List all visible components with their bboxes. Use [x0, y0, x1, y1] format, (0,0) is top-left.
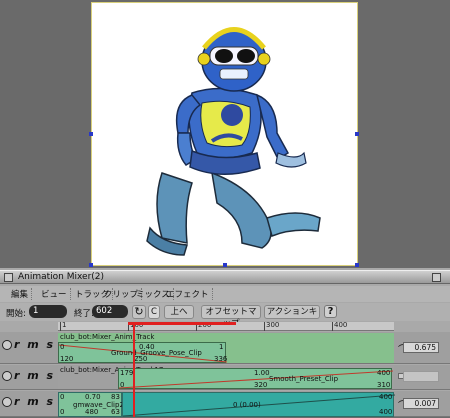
range-bar [128, 322, 236, 325]
clip-bottom-right: 310 [377, 381, 391, 389]
menu-view[interactable]: ビュー [38, 288, 71, 300]
clip-top-mid: 1.00 [254, 369, 270, 377]
clip-bottom-left: 0 [120, 381, 125, 389]
ruler-tick [60, 322, 61, 331]
clip-top-left: 179 [120, 369, 134, 377]
action-key-button[interactable]: アクションキー [264, 305, 320, 329]
clip-top-right: 1 [219, 343, 224, 351]
menu-edit[interactable]: 編集 [8, 288, 33, 300]
track-row[interactable]: r m s g club_bot:Mixer_Anim_Track 0 0.40… [0, 332, 450, 364]
clip[interactable]: 0 0.70 83 gmwave_Clip2 0 480 63 [58, 392, 124, 417]
clip-bottom-left: 120 [60, 355, 74, 363]
track-lane[interactable]: club_bot:Mixer_Anim_Track17 179 1.00 400… [58, 366, 394, 389]
toolbar: 開始: 1 終了: 602 ↻ C 上へ オフセットマップ アクションキー ? [0, 303, 450, 329]
track-row[interactable]: r m s g 0 0.70 83 gmwave_Clip2 0 480 63 … [0, 391, 450, 417]
track-row[interactable]: r m s g club_bot:Mixer_Anim_Track17 179 … [0, 365, 450, 390]
clip-bottom-left: 0 [60, 408, 65, 416]
ruler-label: 400 [334, 321, 348, 329]
clip[interactable]: 0 0.40 1 Ground_Groove_Pose_Clip 120 250… [58, 342, 228, 363]
track-lane[interactable]: 0 0.70 83 gmwave_Clip2 0 480 63 0 (0.00)… [58, 392, 395, 417]
selection-handle[interactable] [355, 132, 359, 136]
ruler-tick [332, 322, 333, 331]
clip-bottom-right: 400 [379, 408, 393, 416]
clip-name: Smooth_Preset_Clip [269, 375, 339, 383]
clip-top-right: 400 [377, 369, 391, 377]
clip-name: 0 (0.00) [233, 401, 261, 409]
weight-field[interactable]: 0.675 [403, 342, 439, 353]
ruler-tick [264, 322, 265, 331]
selection-handle[interactable] [89, 132, 93, 136]
clip-bottom-mid: 320 [254, 381, 268, 389]
clip-bottom-mid: 250 [134, 355, 148, 363]
up-button[interactable]: 上へ [164, 305, 194, 319]
clip-top-mid2: 83 [111, 393, 120, 401]
start-field[interactable]: 1 [29, 305, 67, 318]
ruler-label: 1 [62, 321, 67, 329]
weight-field[interactable]: 0.007 [403, 398, 439, 409]
track-mute-icon[interactable] [2, 397, 12, 407]
track-lane[interactable]: club_bot:Mixer_Anim_Track 0 0.40 1 Groun… [58, 333, 394, 363]
clip-top-left: 0 [60, 343, 65, 351]
character-render [146, 27, 321, 256]
end-label: 終了: [74, 309, 94, 319]
viewport[interactable] [0, 0, 450, 268]
offset-map-button[interactable]: オフセットマップ [201, 305, 261, 329]
clip-bottom-mid: 480 [85, 408, 99, 416]
clip-top-right: 400 [379, 393, 393, 401]
clip-bottom-left2: 63 [111, 408, 120, 416]
selection-handle[interactable] [355, 263, 359, 267]
track-name: club_bot:Mixer_Anim_Track [60, 333, 155, 341]
panel-titlebar[interactable]: Animation Mixer(2) [0, 270, 450, 284]
clip-mode-icon[interactable]: C [148, 305, 160, 319]
panel-menu-icon[interactable] [4, 273, 13, 282]
menu-effect[interactable]: エフェクト [163, 288, 213, 300]
clip-name: Ground_Groove_Pose_Clip [111, 349, 202, 357]
clip[interactable]: 0 (0.00) 400 400 [122, 392, 395, 417]
menubar: 編集 ビュー トラック クリップ ミックス エフェクト [0, 286, 450, 302]
end-field[interactable]: 602 [92, 305, 128, 318]
help-button[interactable]: ? [324, 305, 337, 318]
clip-top-mid: 0.70 [85, 393, 101, 401]
render-canvas[interactable] [89, 2, 359, 267]
selection-handle[interactable] [89, 263, 93, 267]
animation-mixer-panel: Animation Mixer(2) 編集 ビュー トラック クリップ ミックス… [0, 268, 450, 417]
ruler-label: 300 [266, 321, 280, 329]
panel-title: Animation Mixer(2) [18, 272, 105, 282]
clip-top-left: 0 [60, 393, 65, 401]
track-mute-icon[interactable] [2, 371, 12, 381]
start-label: 開始: [6, 309, 26, 319]
weight-field[interactable] [403, 371, 439, 382]
close-icon[interactable] [432, 273, 441, 282]
timeline-ruler[interactable]: 1 100 200 300 400 [58, 321, 394, 331]
track-mute-icon[interactable] [2, 340, 12, 350]
clip[interactable]: 179 1.00 400 Smooth_Preset_Clip 0 320 31… [118, 368, 393, 389]
selection-handle[interactable] [223, 263, 227, 267]
refresh-icon[interactable]: ↻ [132, 305, 146, 319]
clip-bottom-right: 336 [214, 355, 228, 363]
playhead[interactable] [133, 322, 135, 417]
